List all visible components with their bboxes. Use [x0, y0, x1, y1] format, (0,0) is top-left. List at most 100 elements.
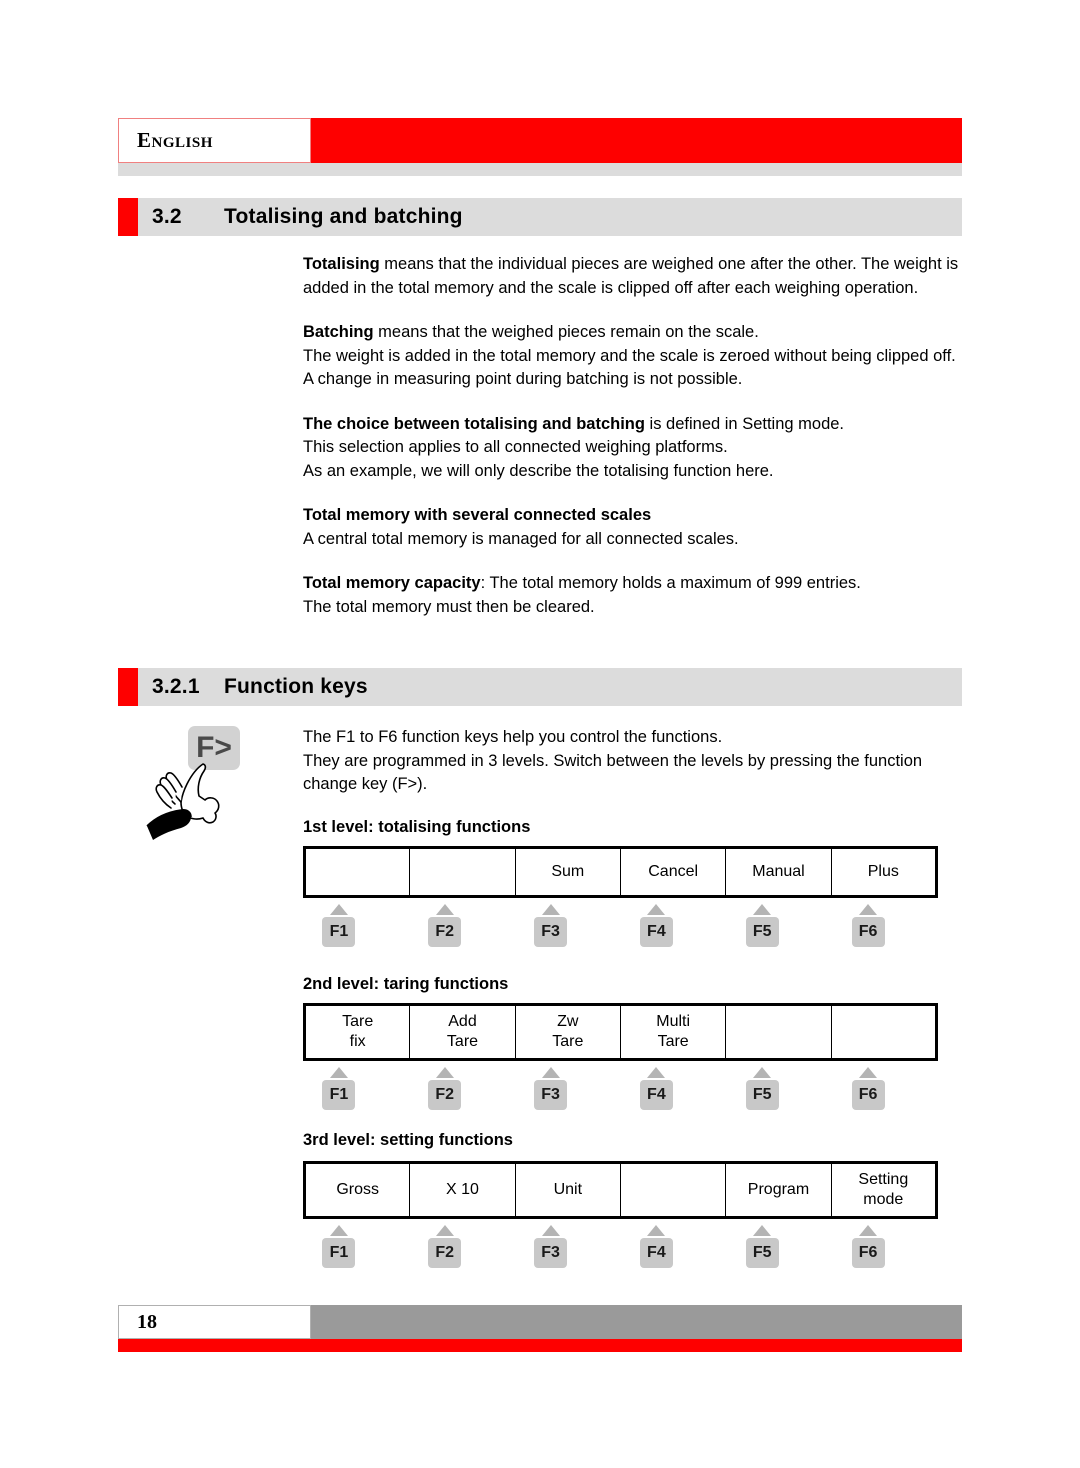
- key-button-f5[interactable]: F5: [745, 1080, 779, 1110]
- fk-slot: F3: [515, 1225, 621, 1268]
- fk-slot: F3: [515, 1067, 621, 1110]
- triangle-pointer-icon: [647, 1225, 666, 1236]
- triangle-pointer-icon: [753, 1225, 772, 1236]
- key-button-f5[interactable]: F5: [745, 1238, 779, 1268]
- level-2-key-legend: F1 F2 F3 F4 F5 F6: [303, 1067, 938, 1110]
- key-button-f4[interactable]: F4: [639, 917, 673, 947]
- table-row: Gross X 10 Unit Program Setting mode: [304, 1162, 937, 1218]
- fk-slot: F2: [409, 904, 515, 947]
- paragraph-choice-text: is defined in Setting mode.: [644, 414, 845, 433]
- level-2-table: Tare fix Add Tare Zw Tare Multi Tare: [303, 1003, 938, 1061]
- level-3-label: 3rd level: setting functions: [303, 1131, 513, 1149]
- fk-cell-f6[interactable]: [830, 1004, 937, 1060]
- paragraph-batching-line2: The weight is added in the total memory …: [303, 346, 956, 365]
- triangle-pointer-icon: [541, 904, 560, 915]
- fk-cell-f3[interactable]: Unit: [514, 1162, 621, 1218]
- fk-cell-line1: Add: [448, 1013, 477, 1030]
- triangle-pointer-icon: [329, 904, 348, 915]
- key-button-f3[interactable]: F3: [534, 1238, 568, 1268]
- fk-cell-f2[interactable]: X 10: [409, 1162, 516, 1218]
- triangle-pointer-icon: [859, 1225, 878, 1236]
- fk-cell-line1: Setting: [858, 1171, 909, 1188]
- fk-cell-line1: Multi: [656, 1013, 691, 1030]
- fk-cell-f4[interactable]: Multi Tare: [619, 1004, 727, 1060]
- hand-cuff: [147, 809, 191, 840]
- section-marker-red-square: [118, 198, 138, 236]
- key-button-f6[interactable]: F6: [851, 917, 885, 947]
- section-heading-label: 3.2 Totalising and batching: [152, 198, 463, 236]
- key-button-f3[interactable]: F3: [534, 917, 568, 947]
- fk-cell-f3[interactable]: Zw Tare: [514, 1004, 621, 1060]
- fk-cell-f1[interactable]: Gross: [304, 1162, 411, 1218]
- paragraph-batching-text: means that the weighed pieces remain on …: [373, 323, 759, 341]
- fk-cell-line1: Zw: [557, 1013, 579, 1030]
- fk-cell-line1: Tare: [342, 1013, 374, 1030]
- key-button-f4[interactable]: F4: [639, 1080, 673, 1110]
- key-button-f1[interactable]: F1: [322, 1238, 356, 1268]
- fk-cell-f4[interactable]: Cancel: [619, 847, 727, 897]
- paragraph-total-memory-capacity: Total memory capacity: The total memory …: [303, 572, 963, 619]
- fk-slot: F3: [515, 904, 621, 947]
- header-gray-strip: [118, 163, 962, 176]
- f-change-key-label: F>: [196, 731, 232, 764]
- fk-cell-f2[interactable]: Add Tare: [409, 1004, 516, 1060]
- fk-cell-f3[interactable]: Sum: [514, 847, 621, 897]
- fk-cell-f5[interactable]: [725, 1004, 832, 1060]
- fk-cell-line1: Unit: [553, 1181, 583, 1198]
- body-text-block-function-keys: The F1 to F6 function keys help you cont…: [303, 726, 963, 797]
- fk-slot: F5: [726, 1225, 832, 1268]
- level-3-key-legend: F1 F2 F3 F4 F5 F6: [303, 1225, 938, 1268]
- paragraph-capacity-line2: The total memory must then be cleared.: [303, 597, 595, 616]
- triangle-pointer-icon: [647, 1067, 666, 1078]
- fk-cell-f1[interactable]: Tare fix: [304, 1004, 411, 1060]
- triangle-pointer-icon: [541, 1067, 560, 1078]
- section-heading-label: 3.2.1 Function keys: [152, 668, 368, 706]
- section-title: Function keys: [224, 675, 368, 698]
- fk-slot: F2: [409, 1225, 515, 1268]
- level-1-label: 1st level: totalising functions: [303, 818, 531, 836]
- triangle-pointer-icon: [541, 1225, 560, 1236]
- fk-cell-line1: Gross: [336, 1181, 379, 1198]
- table-row: Sum Cancel Manual Plus: [304, 847, 937, 897]
- fk-cell-f6[interactable]: Plus: [830, 847, 937, 897]
- level-1-key-legend: F1 F2 F3 F4 F5 F6: [303, 904, 938, 947]
- function-key-table-level-1: Sum Cancel Manual Plus F1 F2 F3 F4 F5 F6: [303, 846, 938, 947]
- paragraph-choice-line3: As an example, we will only describe the…: [303, 461, 774, 480]
- key-button-f6[interactable]: F6: [851, 1238, 885, 1268]
- triangle-pointer-icon: [329, 1067, 348, 1078]
- fk-cell-f4[interactable]: [619, 1162, 727, 1218]
- page-header: English: [118, 118, 962, 163]
- footer-page-box: 18: [118, 1305, 311, 1339]
- key-button-f2[interactable]: F2: [428, 1238, 462, 1268]
- key-button-f3[interactable]: F3: [534, 1080, 568, 1110]
- fk-cell-line2: mode: [863, 1191, 904, 1208]
- header-language-label: English: [137, 128, 213, 152]
- triangle-pointer-icon: [435, 1225, 454, 1236]
- fk-cell-line1: Manual: [752, 863, 805, 880]
- paragraph-capacity-text: : The total memory holds a maximum of 99…: [480, 574, 861, 592]
- key-button-f2[interactable]: F2: [428, 1080, 462, 1110]
- hand-fkey-svg: F>: [146, 726, 240, 840]
- footer-red-bar: [118, 1339, 962, 1352]
- fk-cell-f1[interactable]: [304, 847, 411, 897]
- fk-cell-f5[interactable]: Program: [725, 1162, 832, 1218]
- key-button-f6[interactable]: F6: [851, 1080, 885, 1110]
- level-3-table: Gross X 10 Unit Program Setting mode: [303, 1161, 938, 1219]
- key-button-f5[interactable]: F5: [745, 917, 779, 947]
- section-number: 3.2.1: [152, 675, 200, 698]
- fk-slot: F5: [726, 1067, 832, 1110]
- paragraph-choice: The choice between totalising and batchi…: [303, 413, 963, 484]
- paragraph-batching-line3: A change in measuring point during batch…: [303, 370, 743, 388]
- key-button-f1[interactable]: F1: [322, 1080, 356, 1110]
- fk-slot: F4: [620, 1067, 726, 1110]
- fk-cell-f2[interactable]: [409, 847, 516, 897]
- paragraph-capacity-lead: Total memory capacity: [303, 574, 481, 592]
- triangle-pointer-icon: [435, 1067, 454, 1078]
- key-button-f1[interactable]: F1: [322, 917, 356, 947]
- level-1-table: Sum Cancel Manual Plus: [303, 846, 938, 898]
- fk-cell-f5[interactable]: Manual: [725, 847, 832, 897]
- fk-cell-f6[interactable]: Setting mode: [830, 1162, 937, 1218]
- key-button-f2[interactable]: F2: [428, 917, 462, 947]
- key-button-f4[interactable]: F4: [639, 1238, 673, 1268]
- header-language-box: English: [118, 118, 311, 163]
